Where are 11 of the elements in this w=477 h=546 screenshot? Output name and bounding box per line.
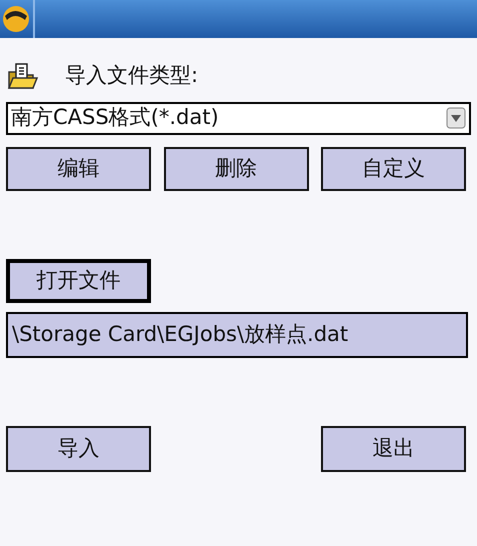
action-button[interactable]: 导入: [6, 426, 151, 472]
app-logo-icon: [1, 4, 31, 34]
action-button[interactable]: 退出: [321, 426, 466, 472]
file-type-dropdown[interactable]: 南方CASS格式(*.dat): [6, 102, 471, 134]
action-button[interactable]: 编辑: [6, 146, 151, 190]
action-button[interactable]: 自定义: [321, 146, 466, 190]
action-button[interactable]: 删除: [164, 146, 308, 190]
folder-icon: [7, 62, 39, 90]
file-type-label: 导入文件类型:: [65, 62, 198, 89]
file-path-field[interactable]: \Storage Card\EGJobs\放样点.dat: [6, 312, 468, 358]
open-file-button[interactable]: 打开文件: [6, 258, 151, 302]
